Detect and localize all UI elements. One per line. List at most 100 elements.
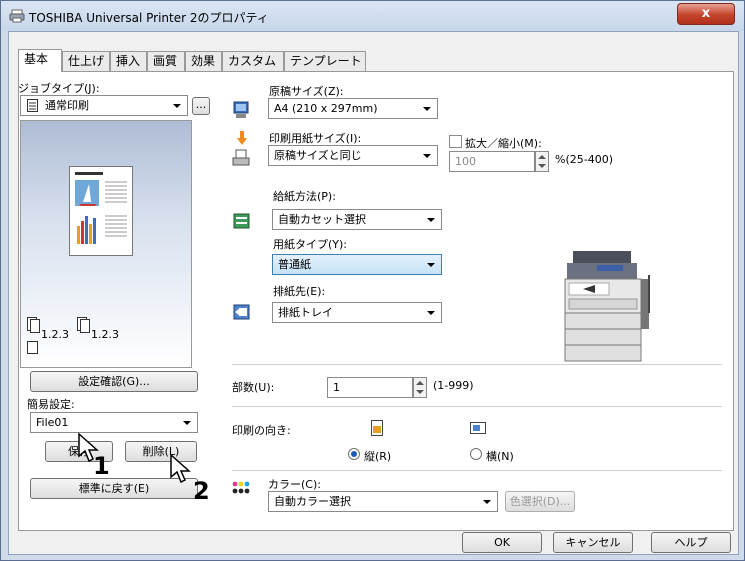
tab-label: 挿入 [116, 54, 141, 68]
pages-stack-icon [77, 317, 90, 333]
landscape-page-icon [470, 422, 486, 434]
portrait-label: 縦(R) [364, 450, 392, 463]
original-size-label: 原稿サイズ(Z): [269, 85, 344, 98]
stepper-up-icon [416, 381, 424, 385]
tab-label: 画質 [153, 54, 178, 68]
portrait-radio[interactable] [348, 448, 360, 460]
color-label: カラー(C): [268, 478, 321, 491]
print-preview: 1.2.3 1.2.3 [20, 120, 192, 368]
copies-stepper[interactable] [413, 377, 427, 398]
job-type-more-button[interactable]: ... [192, 97, 210, 115]
color-select-button[interactable]: 色選択(D)... [505, 491, 575, 512]
title-bar: TOSHIBA Universal Printer 2のプロパティ x [1, 1, 744, 31]
tab-image-quality[interactable]: 画質 [147, 51, 185, 71]
output-tray-select[interactable]: 排紙トレイ [272, 302, 442, 323]
cursor-arrow-icon [170, 453, 191, 484]
chevron-down-icon [423, 154, 431, 158]
easy-setting-value: File01 [36, 416, 69, 429]
tab-label: 基本 [24, 52, 49, 66]
job-type-select[interactable]: 通常印刷 [20, 95, 188, 116]
zoom-label: 拡大／縮小(M): [465, 137, 542, 150]
portrait-page-icon [371, 420, 383, 436]
pages-stack-icon [27, 317, 40, 333]
window-title: TOSHIBA Universal Printer 2のプロパティ [29, 11, 269, 25]
paper-feed-label: 給紙方法(P): [273, 190, 336, 203]
cancel-button[interactable]: キャンセル [553, 532, 633, 553]
chevron-down-icon [183, 421, 191, 425]
page-icon [27, 341, 38, 354]
paper-feed-icon [233, 213, 250, 229]
copies-range: (1-999) [433, 379, 474, 392]
ok-button[interactable]: OK [462, 532, 542, 553]
document-icon [27, 99, 38, 112]
tab-finishing[interactable]: 仕上げ [62, 51, 110, 71]
landscape-label: 横(N) [486, 450, 514, 463]
zoom-checkbox[interactable] [449, 135, 462, 148]
easy-setting-select[interactable]: File01 [30, 412, 198, 433]
printer-illustration [564, 251, 650, 362]
tab-label: 仕上げ [68, 54, 105, 68]
properties-window: TOSHIBA Universal Printer 2のプロパティ x 基本 仕… [0, 0, 745, 561]
zoom-stepper[interactable] [535, 151, 549, 172]
original-size-icon [233, 101, 249, 118]
job-type-label: ジョブタイプ(J): [18, 82, 100, 95]
chevron-down-icon [483, 500, 491, 504]
chevron-down-icon [173, 104, 181, 108]
print-paper-size-value: 原稿サイズと同じ [274, 149, 362, 162]
paper-type-select[interactable]: 普通紙 [272, 254, 442, 275]
original-size-select[interactable]: A4 (210 x 297mm) [268, 98, 438, 119]
landscape-radio[interactable] [470, 448, 482, 460]
stepper-up-icon [538, 155, 546, 159]
close-button[interactable]: x [677, 3, 735, 25]
color-mode-select[interactable]: 自動カラー選択 [268, 491, 498, 512]
color-mode-value: 自動カラー選択 [274, 495, 351, 508]
paper-type-value: 普通紙 [278, 258, 311, 271]
chevron-down-icon [427, 218, 435, 222]
job-type-value: 通常印刷 [45, 99, 89, 112]
page-order-a: 1.2.3 [41, 328, 69, 341]
output-tray-value: 排紙トレイ [278, 306, 333, 319]
copies-label: 部数(U): [232, 381, 275, 394]
stepper-down-icon [538, 164, 546, 168]
stepper-down-icon [416, 390, 424, 394]
page-order-b: 1.2.3 [91, 328, 119, 341]
zoom-input[interactable]: 100 [449, 151, 535, 172]
callout-number-1: 1 [93, 452, 110, 480]
copies-value: 1 [333, 381, 340, 394]
zoom-value: 100 [455, 155, 476, 168]
tab-label: カスタム [228, 54, 277, 68]
original-size-value: A4 (210 x 297mm) [274, 102, 378, 115]
zoom-range: %(25-400) [555, 153, 613, 166]
tab-effect[interactable]: 効果 [185, 51, 222, 71]
tab-custom[interactable]: カスタム [222, 51, 284, 71]
separator [232, 470, 722, 471]
paper-feed-select[interactable]: 自動カセット選択 [272, 209, 442, 230]
tab-template[interactable]: テンプレート [284, 51, 366, 71]
color-dots-icon [232, 481, 250, 494]
output-tray-icon [233, 304, 250, 320]
chevron-down-icon [427, 263, 435, 267]
tab-insert[interactable]: 挿入 [110, 51, 147, 71]
paper-type-label: 用紙タイプ(Y): [273, 238, 348, 251]
separator [232, 406, 722, 407]
paper-tray-icon [232, 149, 250, 166]
chevron-down-icon [427, 311, 435, 315]
page-thumbnail [69, 166, 133, 256]
tab-basic[interactable]: 基本 [18, 49, 62, 72]
print-paper-size-label: 印刷用紙サイズ(I): [269, 132, 362, 145]
separator [232, 364, 722, 365]
chevron-down-icon [423, 107, 431, 111]
print-paper-size-select[interactable]: 原稿サイズと同じ [268, 145, 438, 166]
copies-input[interactable]: 1 [327, 377, 413, 398]
tab-label: テンプレート [290, 54, 362, 68]
tab-label: 効果 [191, 54, 216, 68]
callout-number-2: 2 [193, 477, 210, 505]
confirm-settings-button[interactable]: 設定確認(G)... [30, 371, 198, 392]
output-tray-label: 排紙先(E): [273, 285, 326, 298]
easy-setting-label: 簡易設定: [27, 398, 75, 411]
orientation-label: 印刷の向き: [232, 424, 291, 437]
help-button[interactable]: ヘルプ [651, 532, 731, 553]
arrow-down-icon [237, 131, 247, 145]
printer-icon [9, 9, 25, 23]
dialog-client: 基本 仕上げ 挿入 画質 効果 カスタム テンプレート ジョブタイプ(J): 通… [8, 31, 739, 555]
